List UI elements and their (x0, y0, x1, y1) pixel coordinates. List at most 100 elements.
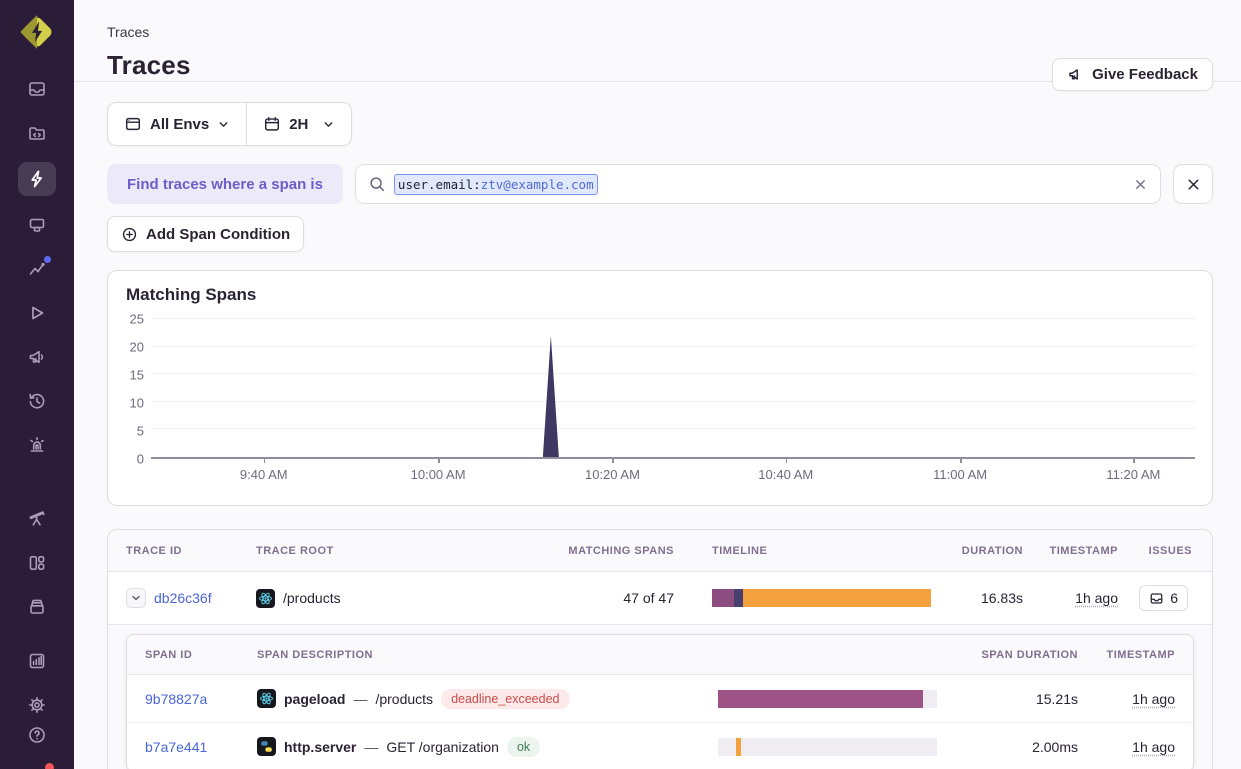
react-icon (257, 689, 276, 708)
trace-table-header: TRACE ID TRACE ROOT MATCHING SPANS TIMEL… (108, 530, 1212, 572)
sidebar-item-discover[interactable] (18, 504, 56, 534)
issues-cell: 6 (1122, 585, 1210, 611)
separator-dash: — (364, 739, 378, 755)
trace-id-link[interactable]: db26c36f (154, 590, 212, 606)
remove-condition-button[interactable] (1173, 164, 1213, 204)
span-op: pageload (284, 691, 345, 707)
span-description: GET /organization (386, 739, 499, 755)
content: All Envs 2H Find traces where a span is … (74, 82, 1241, 769)
close-icon (1185, 176, 1202, 193)
query-token-key: user.email: (398, 177, 481, 192)
span-status-badge: ok (507, 737, 540, 757)
span-search-input[interactable]: user.email:ztv@example.com (355, 164, 1161, 204)
megaphone-icon (27, 347, 47, 367)
add-span-condition-button[interactable]: Add Span Condition (107, 216, 304, 252)
timeline-cell (678, 589, 948, 607)
span-duration-cell: 2.00ms (943, 739, 1082, 755)
span-timestamp: 1h ago (1132, 739, 1175, 755)
search-icon (368, 175, 386, 193)
span-id-link[interactable]: 9b78827a (145, 691, 207, 707)
clear-icon (1133, 177, 1148, 192)
code-folder-icon (27, 123, 47, 143)
col-trace-id: TRACE ID (108, 545, 252, 557)
plus-circle-icon (121, 226, 138, 243)
span-timestamp: 1h ago (1132, 691, 1175, 707)
col-trace-root: TRACE ROOT (252, 545, 552, 557)
archive-box-icon (27, 597, 47, 617)
sidebar-item-feedback[interactable] (18, 342, 56, 372)
sentry-logo[interactable] (15, 12, 59, 52)
col-timestamp: TIMESTAMP (1027, 545, 1122, 557)
sidebar-item-help[interactable] (18, 720, 56, 750)
collapse-trace-button[interactable] (126, 588, 146, 608)
main-content: Traces Traces Give Feedback All Envs 2H … (74, 0, 1241, 769)
sidebar-item-dashboards[interactable] (18, 210, 56, 240)
layout-grid-icon (27, 553, 47, 573)
chevron-down-icon (130, 592, 142, 604)
sidebar (0, 0, 74, 769)
calendar-icon (263, 115, 281, 133)
span-timestamp-cell: 1h ago (1082, 739, 1193, 755)
matching-spans-cell: 47 of 47 (552, 590, 678, 606)
issues-icon (27, 79, 47, 99)
sidebar-item-alerts[interactable] (18, 430, 56, 460)
span-op: http.server (284, 739, 356, 755)
col-timeline: TIMELINE (678, 545, 948, 557)
issues-button[interactable]: 6 (1139, 585, 1188, 611)
react-icon (256, 589, 275, 608)
span-table: SPAN ID SPAN DESCRIPTION SPAN DURATION T… (126, 634, 1194, 769)
trace-timeline-bar (712, 589, 931, 607)
environment-filter-label: All Envs (150, 116, 209, 133)
separator-dash: — (353, 691, 367, 707)
span-id-link[interactable]: b7a7e441 (145, 739, 207, 755)
span-description: /products (375, 691, 433, 707)
col-matching-spans: MATCHING SPANS (552, 545, 678, 557)
sidebar-bottom-nav (18, 720, 56, 769)
give-feedback-label: Give Feedback (1092, 66, 1198, 83)
sidebar-item-releases[interactable] (18, 298, 56, 328)
trace-expanded-area: SPAN ID SPAN DESCRIPTION SPAN DURATION T… (108, 624, 1212, 769)
breadcrumb[interactable]: Traces (107, 24, 1213, 40)
span-condition-row: Find traces where a span is user.email:z… (107, 164, 1213, 204)
sidebar-item-explore[interactable] (18, 162, 56, 196)
sidebar-item-replays[interactable] (18, 386, 56, 416)
gear-icon (27, 695, 47, 715)
sidebar-item-broadcasts[interactable] (18, 764, 56, 769)
sidebar-item-stats[interactable] (18, 646, 56, 676)
trace-root-cell: /products (252, 589, 552, 608)
query-token[interactable]: user.email:ztv@example.com (394, 174, 598, 195)
help-icon (27, 725, 47, 745)
clock-rewind-icon (27, 391, 47, 411)
give-feedback-button[interactable]: Give Feedback (1052, 58, 1213, 91)
chevron-down-icon (322, 118, 335, 131)
chart-title: Matching Spans (126, 285, 1195, 305)
sidebar-item-issues[interactable] (18, 74, 56, 104)
condition-label: Find traces where a span is (107, 164, 343, 204)
trace-row: db26c36f /products 47 of 47 16.83s 1h ag… (108, 572, 1212, 624)
span-id-cell: b7a7e441 (127, 739, 253, 755)
matching-spans-chart-panel: Matching Spans 0510152025 9:40 AM10:00 A… (107, 270, 1213, 506)
trace-root-label: /products (283, 590, 341, 606)
span-row: 9b78827a pageload — /products deadline_e… (127, 675, 1193, 723)
sidebar-item-insights[interactable] (18, 254, 56, 284)
col-span-timestamp: TIMESTAMP (1082, 649, 1193, 661)
python-icon (257, 737, 276, 756)
chart-x-axis: 9:40 AM10:00 AM10:20 AM10:40 AM11:00 AM1… (151, 459, 1195, 489)
page-filter-bar: All Envs 2H (107, 102, 352, 146)
duration-cell: 16.83s (948, 590, 1027, 606)
sidebar-item-components[interactable] (18, 548, 56, 578)
sidebar-item-archive[interactable] (18, 592, 56, 622)
play-icon (27, 303, 47, 323)
sidebar-item-projects[interactable] (18, 118, 56, 148)
page-title: Traces (107, 50, 1213, 81)
sidebar-item-settings[interactable] (18, 690, 56, 720)
time-range-filter[interactable]: 2H (247, 103, 351, 145)
span-timeline-cell (693, 690, 943, 708)
col-span-description: SPAN DESCRIPTION (253, 649, 693, 661)
environment-filter[interactable]: All Envs (108, 103, 246, 145)
span-timeline-bar (718, 738, 937, 756)
trace-id-cell: db26c36f (108, 588, 252, 608)
clear-search-button[interactable] (1133, 177, 1148, 192)
span-status-badge: deadline_exceeded (441, 689, 569, 709)
issues-icon (1149, 591, 1164, 606)
